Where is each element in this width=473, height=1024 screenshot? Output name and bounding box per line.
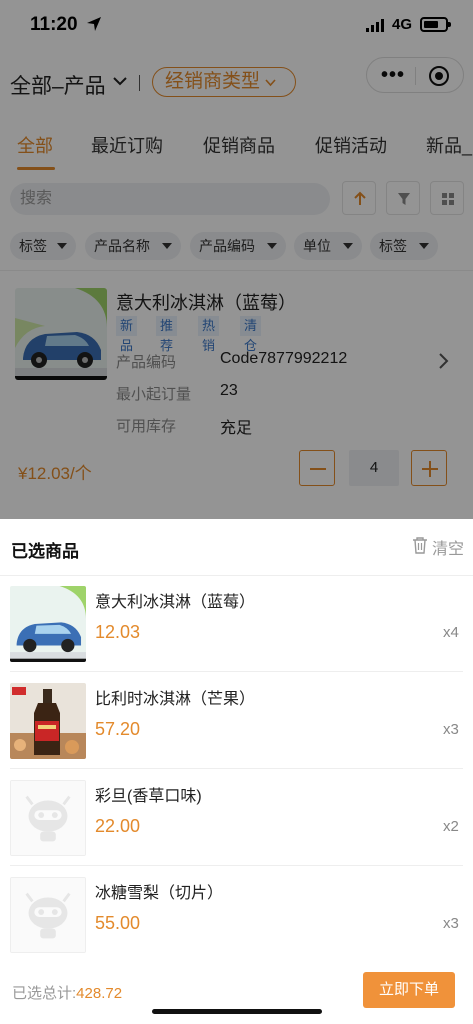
selected-item-count: x3 — [443, 721, 459, 738]
selected-item[interactable]: 彩旦(香草口味) 22.00 x2 — [0, 770, 473, 866]
selected-item[interactable]: 比利时冰淇淋（芒果） 57.20 x3 — [0, 673, 473, 769]
selected-item-name: 彩旦(香草口味) — [95, 788, 202, 805]
trash-icon — [413, 537, 427, 554]
selected-total: 已选总计:428.72 — [12, 982, 122, 1003]
selected-item-name: 比利时冰淇淋（芒果） — [95, 691, 256, 708]
clear-label: 清空 — [432, 541, 465, 558]
place-order-button[interactable]: 立即下单 — [363, 972, 455, 1008]
placeholder-image — [11, 878, 85, 952]
selected-item-image — [10, 683, 86, 759]
selected-item-count: x4 — [443, 624, 459, 641]
selected-item-price: 12.03 — [95, 622, 141, 642]
row-divider — [10, 768, 463, 769]
row-divider — [10, 671, 463, 672]
placeholder-image — [11, 781, 85, 855]
product-page: 11:20 4G 全部–产品 经销商类型 ••• 全部 最近订购 促销商品 促销… — [0, 0, 473, 1024]
selected-item-count: x2 — [443, 818, 459, 835]
selected-item-price: 57.20 — [95, 719, 141, 739]
bottle-image — [10, 683, 86, 759]
total-value: 428.72 — [76, 985, 123, 1002]
row-divider — [10, 865, 463, 866]
total-label: 已选总计: — [12, 985, 77, 1002]
car-image — [10, 586, 86, 662]
selected-item-image — [10, 586, 86, 662]
sheet-title: 已选商品 — [11, 542, 79, 561]
selected-item-price: 22.00 — [95, 816, 141, 836]
selected-item-count: x3 — [443, 915, 459, 932]
selected-item[interactable]: 意大利冰淇淋（蓝莓） 12.03 x4 — [0, 576, 473, 672]
selected-item[interactable]: 冰糖雪梨（切片） 55.00 x3 — [0, 867, 473, 963]
selected-item-name: 意大利冰淇淋（蓝莓） — [95, 594, 256, 611]
selected-item-image — [10, 780, 86, 856]
clear-button[interactable]: 清空 — [412, 535, 465, 558]
selected-item-price: 55.00 — [95, 913, 141, 933]
selected-item-image — [10, 877, 86, 953]
selected-items-sheet: 已选商品 清空 意大利冰淇淋（蓝莓） 12.03 x4 比利时冰淇淋（芒果） 5… — [0, 519, 473, 1024]
home-indicator — [152, 1009, 322, 1014]
selected-item-name: 冰糖雪梨（切片） — [95, 885, 224, 902]
